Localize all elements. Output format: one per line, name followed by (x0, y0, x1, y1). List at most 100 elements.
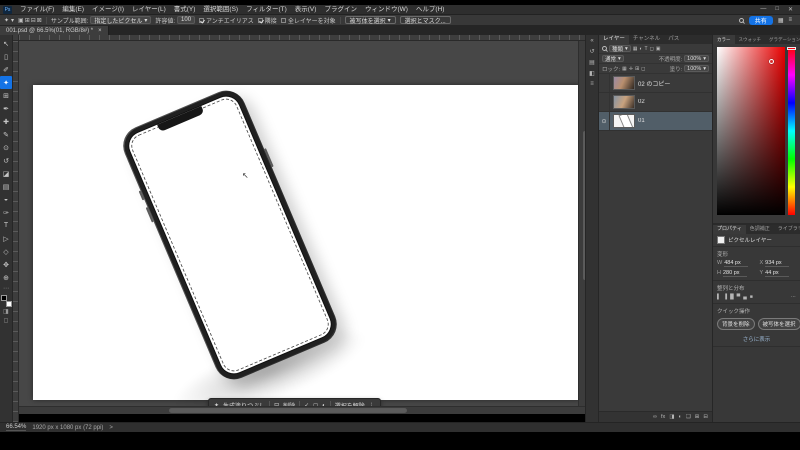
tab-layers[interactable]: レイヤー (599, 35, 629, 44)
new-selection-icon[interactable]: ▣ (18, 17, 24, 24)
tab-channels[interactable]: チャンネル (629, 35, 664, 44)
opacity-select[interactable]: 100% ▾ (684, 55, 709, 62)
menu-layer[interactable]: レイヤー(L) (128, 5, 170, 15)
visibility-toggle[interactable] (599, 74, 610, 92)
horizontal-scrollbar[interactable] (19, 406, 585, 414)
filter-pixel-icon[interactable]: ▦ (633, 46, 638, 52)
foreground-color-swatch[interactable] (0, 295, 7, 301)
link-layers-icon[interactable]: ∞ (653, 414, 657, 420)
libraries-panel-icon[interactable]: ◧ (589, 70, 595, 77)
menu-type[interactable]: 書式(Y) (170, 5, 200, 15)
history-panel-icon[interactable]: ↺ (589, 48, 594, 55)
shape-tool[interactable]: ◇ (0, 245, 12, 258)
scrollbar-thumb[interactable] (169, 408, 407, 413)
visibility-toggle[interactable] (599, 93, 610, 111)
lock-pixels-icon[interactable]: ✛ (629, 66, 633, 72)
gradients-panel-icon[interactable]: ▤ (589, 59, 595, 66)
hue-slider[interactable] (788, 47, 795, 215)
workspace-icon[interactable]: ▦ (778, 17, 784, 24)
align-bottom-icon[interactable]: ■ (750, 294, 753, 300)
menu-view[interactable]: 表示(V) (291, 5, 321, 15)
tab-properties[interactable]: プロパティ (713, 225, 746, 234)
remove-background-button[interactable]: 背景を削除 (717, 318, 755, 330)
layer-row[interactable]: 02 のコピー (599, 74, 712, 93)
select-subject-button[interactable]: 被写体を選択 (757, 318, 800, 330)
menu-plugins[interactable]: プラグイン (320, 5, 361, 15)
clone-stamp-tool[interactable]: ⊙ (0, 141, 12, 154)
canvas-area[interactable]: ↖ ✦ 生成塗りつぶし ⊟ 削除 ✓ ◻ ◐ 選択を解除 ⋮ (19, 41, 585, 414)
healing-brush-tool[interactable]: ✚ (0, 115, 12, 128)
history-brush-tool[interactable]: ↺ (0, 154, 12, 167)
select-and-mask-button[interactable]: 選択とマスク... (399, 16, 451, 25)
layer-thumbnail[interactable] (613, 114, 635, 128)
eyedropper-tool[interactable]: ✒ (0, 102, 12, 115)
tab-color[interactable]: カラー (713, 35, 735, 44)
search-icon[interactable] (602, 46, 607, 51)
pen-tool[interactable]: ✑ (0, 206, 12, 219)
lasso-tool[interactable]: ✐ (0, 63, 12, 76)
new-group-icon[interactable]: ❏ (686, 414, 691, 420)
width-field[interactable]: W 484 px (717, 260, 754, 267)
tab-swatches[interactable]: スウォッチ (735, 35, 766, 44)
align-top-icon[interactable]: ▀ (737, 294, 741, 300)
collapse-panels-icon[interactable]: « (590, 38, 593, 44)
zoom-level-field[interactable]: 66.54% (6, 424, 27, 431)
align-right-icon[interactable]: █ (730, 294, 734, 300)
menu-file[interactable]: ファイル(F) (16, 5, 58, 15)
y-value[interactable]: 44 px (765, 270, 790, 277)
marquee-tool[interactable]: ▯ (0, 50, 12, 63)
filter-type-select[interactable]: 種類 ▾ (609, 45, 631, 53)
height-value[interactable]: 280 px (722, 270, 747, 277)
vertical-scrollbar[interactable] (578, 41, 585, 414)
adjustment-layer-icon[interactable]: ◐ (679, 414, 682, 420)
lock-transparent-icon[interactable]: ▦ (622, 66, 627, 72)
hand-tool[interactable]: ✥ (0, 258, 12, 271)
menu-window[interactable]: ウィンドウ(W) (361, 5, 412, 15)
align-more-icon[interactable]: ⋯ (791, 294, 796, 300)
layer-row-selected[interactable]: ⊙ 01 (599, 112, 712, 131)
filter-type-icon[interactable]: T (645, 46, 648, 52)
maximize-button[interactable]: □ (775, 6, 779, 13)
intersect-selection-icon[interactable]: ⊠ (37, 17, 42, 24)
saturation-brightness-picker[interactable] (717, 47, 785, 215)
color-swatches[interactable] (0, 295, 12, 307)
align-left-icon[interactable]: ▌ (717, 294, 721, 300)
object-selection-tool[interactable]: ✦ (0, 76, 12, 89)
width-value[interactable]: 484 px (724, 260, 749, 267)
filter-adjustment-icon[interactable]: ◐ (640, 46, 643, 52)
menu-edit[interactable]: 編集(E) (58, 5, 88, 15)
layer-mask-icon[interactable]: ◨ (669, 414, 674, 420)
tab-libraries[interactable]: ライブラリ (774, 225, 800, 234)
close-button[interactable]: ✕ (788, 6, 793, 13)
add-selection-icon[interactable]: ⊞ (25, 17, 30, 24)
screen-mode-icon[interactable]: ◻ (4, 317, 9, 324)
new-layer-icon[interactable]: ⊞ (695, 414, 700, 420)
x-field[interactable]: X 934 px (760, 260, 797, 267)
fill-select[interactable]: 100% ▾ (684, 65, 709, 72)
info-panel-icon[interactable]: ≡ (590, 81, 594, 87)
eraser-tool[interactable]: ◪ (0, 167, 12, 180)
status-chevron-icon[interactable]: > (109, 425, 113, 431)
align-center-icon[interactable]: ▐ (724, 294, 728, 300)
align-middle-icon[interactable]: ▄ (743, 294, 747, 300)
x-value[interactable]: 934 px (765, 260, 790, 267)
crop-tool[interactable]: ⊞ (0, 89, 12, 102)
blur-tool[interactable]: ◒ (0, 193, 12, 206)
select-subject-button[interactable]: 被写体を選択 ▾ (344, 16, 396, 25)
show-more-link[interactable]: さらに表示 (717, 335, 796, 343)
layer-row[interactable]: 02 (599, 93, 712, 112)
height-field[interactable]: H 280 px (717, 270, 754, 277)
filter-smart-object-icon[interactable]: ▣ (656, 46, 661, 52)
layer-thumbnail[interactable] (613, 76, 635, 90)
tolerance-input[interactable]: 100 (177, 16, 196, 24)
path-selection-tool[interactable]: ▷ (0, 232, 12, 245)
share-button[interactable]: 共有 (748, 15, 773, 25)
move-tool[interactable]: ↖ (0, 37, 12, 50)
lock-all-icon[interactable]: ◻ (641, 66, 645, 72)
gradient-tool[interactable]: ▤ (0, 180, 12, 193)
antialias-checkbox[interactable]: アンチエイリアス (199, 16, 254, 25)
menu-help[interactable]: ヘルプ(H) (412, 5, 449, 15)
menu-image[interactable]: イメージ(I) (88, 5, 128, 15)
search-icon[interactable] (738, 17, 744, 23)
layer-style-icon[interactable]: fx (661, 414, 665, 420)
